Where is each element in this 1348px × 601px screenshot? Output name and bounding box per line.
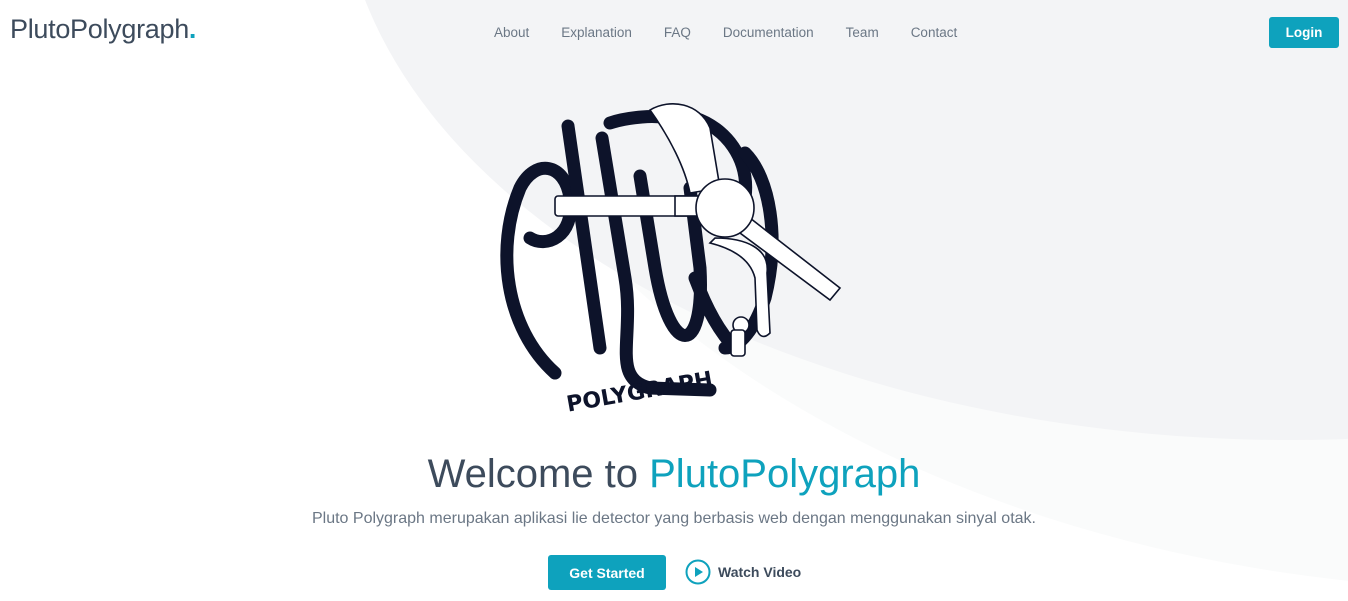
watch-video-button[interactable]: Watch Video	[685, 559, 801, 585]
nav-explanation[interactable]: Explanation	[561, 25, 632, 40]
nav-contact[interactable]: Contact	[911, 25, 958, 40]
main-nav: About Explanation FAQ Documentation Team…	[494, 25, 957, 40]
hero-title: Welcome to PlutoPolygraph	[427, 452, 921, 496]
nav-documentation[interactable]: Documentation	[723, 25, 814, 40]
logo-text: POLYGRAPH	[565, 367, 715, 417]
nav-about[interactable]: About	[494, 25, 529, 40]
play-circle-icon	[685, 559, 711, 585]
nav-faq[interactable]: FAQ	[664, 25, 691, 40]
get-started-button[interactable]: Get Started	[548, 555, 666, 590]
header: PlutoPolygraph. About Explanation FAQ Do…	[0, 0, 1348, 64]
brand-logo[interactable]: PlutoPolygraph.	[10, 14, 196, 45]
hero-subtitle: Pluto Polygraph merupakan aplikasi lie d…	[311, 510, 1036, 527]
watch-video-label: Watch Video	[718, 564, 802, 580]
pluto-polygraph-logo: POLYGRAPH	[500, 102, 842, 418]
login-button[interactable]: Login	[1269, 17, 1339, 48]
nav-team[interactable]: Team	[846, 25, 879, 40]
